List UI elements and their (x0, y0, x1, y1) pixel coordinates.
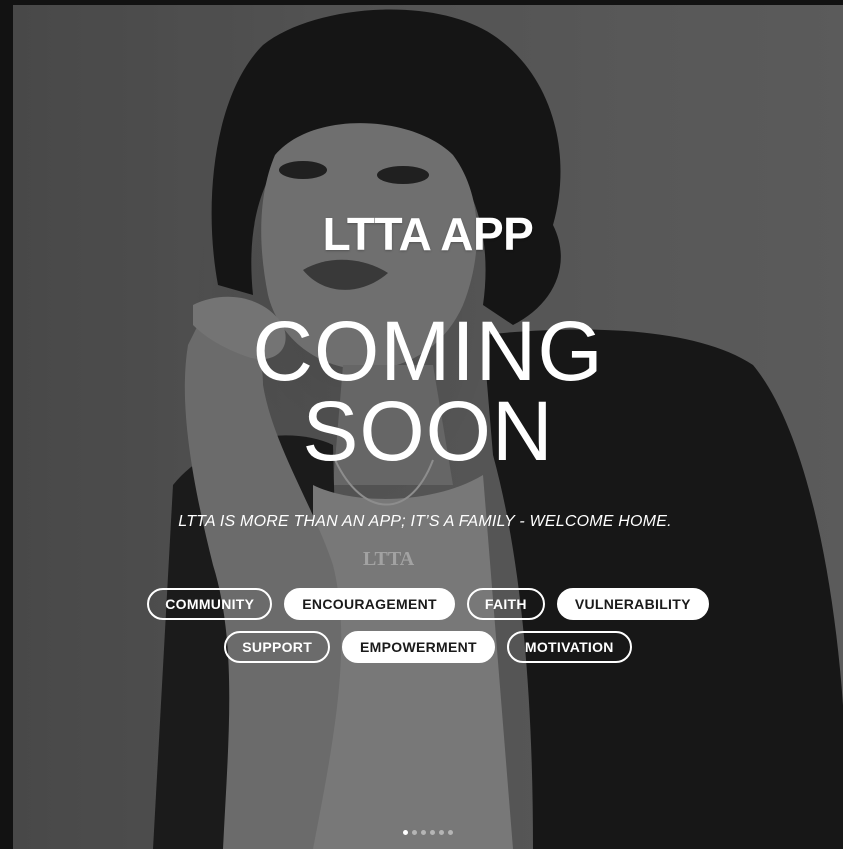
app-title: LTTA APP (322, 208, 534, 260)
chip-row-2: SUPPORT EMPOWERMENT MOTIVATION (13, 631, 843, 663)
headline-line-1: COMING (252, 304, 604, 398)
chip-encouragement: ENCOURAGEMENT (284, 588, 455, 620)
headline-line-2: SOON (302, 384, 554, 478)
chip-row-1: COMMUNITY ENCOURAGEMENT FAITH VULNERABIL… (13, 588, 843, 620)
carousel-dot-2[interactable] (412, 830, 417, 835)
chip-community: COMMUNITY (147, 588, 273, 620)
post-image: LTTA LTTA APP COMING SOON LTTA IS MORE T… (13, 5, 843, 849)
chip-faith: FAITH (466, 588, 545, 620)
carousel-dot-4[interactable] (430, 830, 435, 835)
chip-empowerment: EMPOWERMENT (342, 631, 495, 663)
chip-motivation: MOTIVATION (506, 631, 632, 663)
tagline: LTTA IS MORE THAN AN APP; IT’S A FAMILY … (178, 513, 672, 530)
chip-support: SUPPORT (224, 631, 331, 663)
carousel-dot-1[interactable] (403, 830, 408, 835)
carousel-dot-6[interactable] (448, 830, 453, 835)
carousel-dot-5[interactable] (439, 830, 444, 835)
chip-vulnerability: VULNERABILITY (556, 588, 709, 620)
carousel-indicator[interactable] (13, 830, 843, 835)
carousel-dot-3[interactable] (421, 830, 426, 835)
